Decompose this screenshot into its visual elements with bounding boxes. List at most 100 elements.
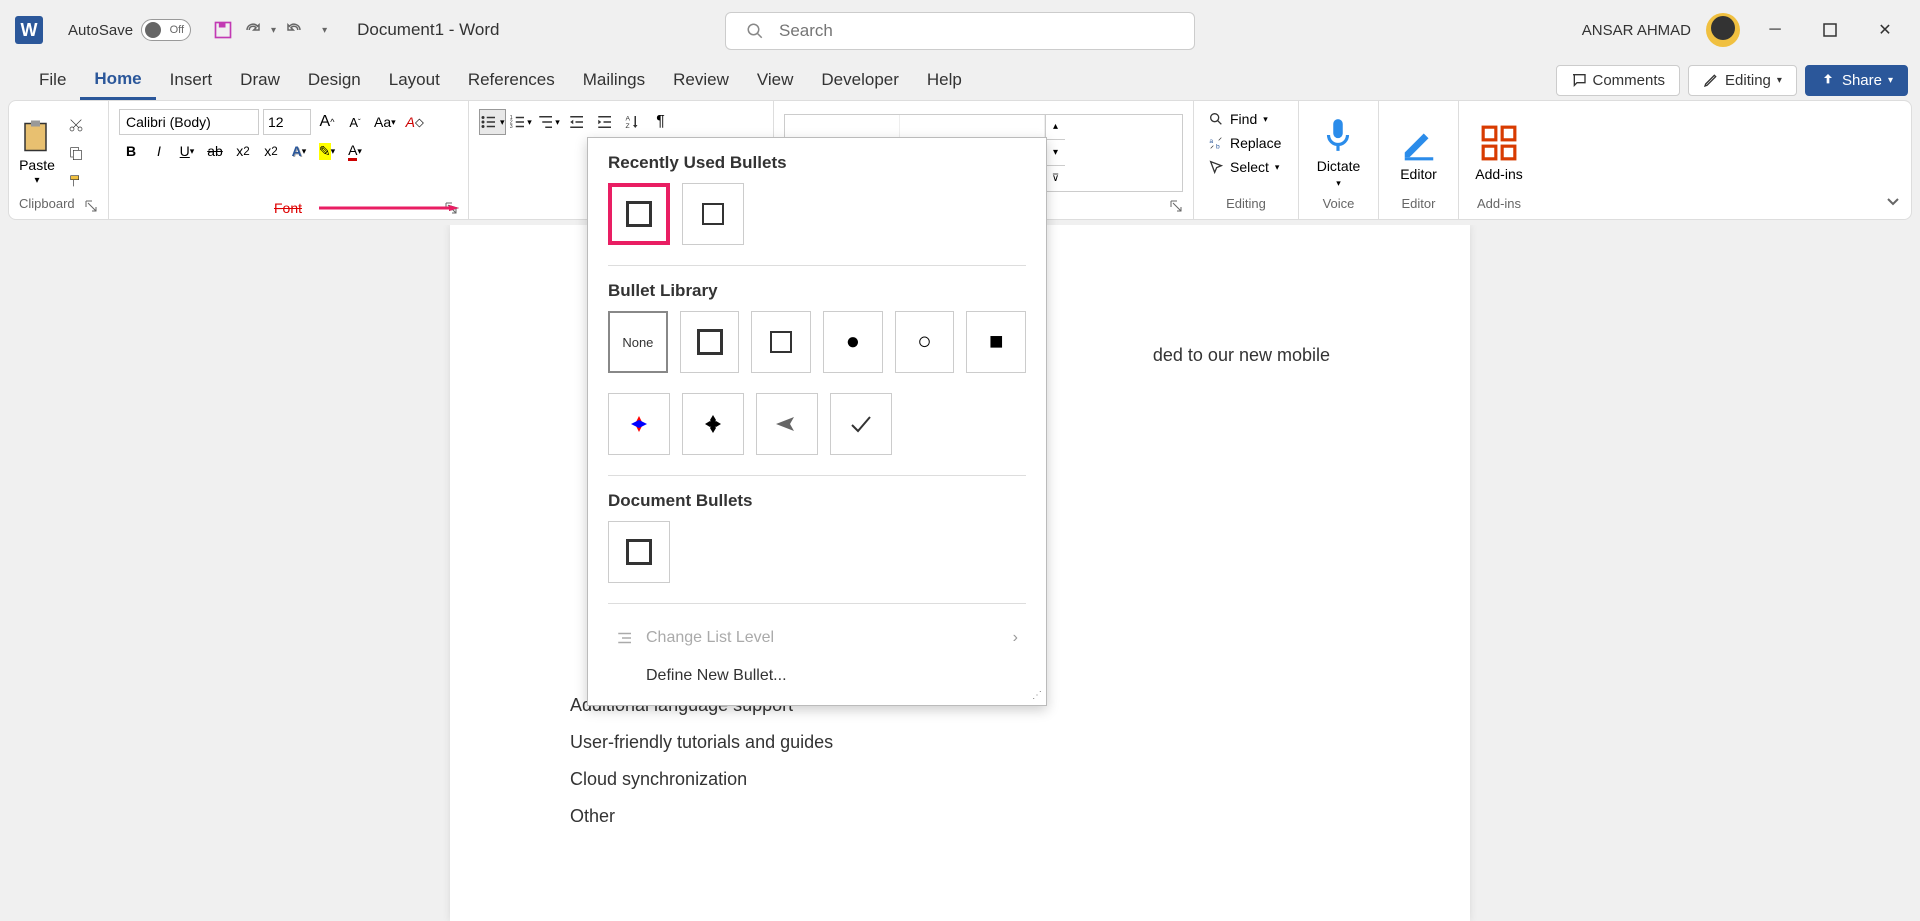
editing-mode-button[interactable]: Editing ▾ [1688,65,1797,96]
tab-draw[interactable]: Draw [226,62,294,98]
tab-help[interactable]: Help [913,62,976,98]
font-size-input[interactable] [263,109,311,135]
clipboard-launcher-icon[interactable] [84,199,98,213]
redo-button[interactable] [282,18,306,42]
bullet-filled-square[interactable]: ■ [966,311,1026,373]
bold-button[interactable]: B [119,139,143,163]
svg-text:a: a [1209,138,1213,145]
share-icon [1820,72,1836,88]
multilevel-list-button[interactable]: ▾ [536,109,562,135]
chevron-right-icon: › [1013,629,1018,647]
cut-button[interactable] [65,114,87,136]
italic-button[interactable]: I [147,139,171,163]
search-box[interactable] [725,12,1195,50]
bullet-arrow[interactable] [756,393,818,455]
find-button[interactable]: Find ▾ [1204,109,1272,129]
editor-button[interactable]: Editor [1400,124,1438,182]
divider [608,475,1026,476]
numbering-icon: 123 [509,113,527,131]
format-painter-button[interactable] [65,170,87,192]
show-marks-button[interactable]: ¶ [648,109,674,135]
bullet-hollow-circle[interactable]: ○ [895,311,955,373]
increase-indent-button[interactable] [592,109,618,135]
strikethrough-button[interactable]: ab [203,139,227,163]
undo-dropdown-icon[interactable]: ▾ [271,25,276,36]
ribbon-collapse-button[interactable] [1885,193,1901,209]
bullet-library-title: Bullet Library [608,281,1026,301]
bullet-hollow-box-thin[interactable] [751,311,811,373]
check-icon [848,411,874,437]
chevron-down-icon: ▾ [1275,162,1280,173]
save-button[interactable] [211,18,235,42]
underline-button[interactable]: U▾ [175,139,199,163]
scissors-icon [68,117,84,133]
bullet-doc-box[interactable] [608,521,670,583]
highlight-button[interactable]: ✎▾ [315,139,339,163]
define-new-bullet-item[interactable]: Define New Bullet... [608,657,1026,695]
paste-button[interactable]: Paste ▾ [19,119,55,186]
resize-grip-icon[interactable]: ⋰ [1032,690,1042,701]
text-effects-button[interactable]: A▾ [287,139,311,163]
bullet-recent-box-highlighted[interactable] [608,183,670,245]
styles-scroll-down[interactable]: ▾ [1046,140,1065,166]
change-case-button[interactable]: Aa▾ [371,110,399,134]
bullet-hollow-box-thick[interactable] [680,311,740,373]
numbering-button[interactable]: 123 ▾ [508,109,534,135]
qat-dropdown-icon[interactable]: ▾ [322,25,327,36]
select-button[interactable]: Select ▾ [1204,157,1283,177]
bullet-checkmark[interactable] [830,393,892,455]
subscript-button[interactable]: x2 [231,139,255,163]
bullet-four-black-diamond[interactable] [682,393,744,455]
tab-design[interactable]: Design [294,62,375,98]
arrow-bullet-icon [774,411,800,437]
decrease-indent-button[interactable] [564,109,590,135]
tab-mailings[interactable]: Mailings [569,62,659,98]
dictate-button[interactable]: Dictate ▾ [1317,116,1361,189]
close-button[interactable]: ✕ [1865,10,1905,50]
svg-text:3: 3 [510,124,513,130]
dictate-label: Dictate [1317,158,1361,174]
tab-insert[interactable]: Insert [156,62,227,98]
tab-review[interactable]: Review [659,62,743,98]
bullet-recent-box[interactable] [682,183,744,245]
tab-developer[interactable]: Developer [807,62,913,98]
bullets-button[interactable]: ▾ [479,109,506,135]
search-icon [1208,111,1224,127]
clear-formatting-button[interactable]: A◇ [403,110,427,134]
addins-button[interactable]: Add-ins [1475,124,1522,182]
four-black-diamond-icon [701,412,725,436]
tab-file[interactable]: File [25,62,80,98]
bullet-filled-circle[interactable]: ● [823,311,883,373]
share-button[interactable]: Share ▾ [1805,65,1908,96]
replace-button[interactable]: ab Replace [1204,133,1285,153]
comments-button[interactable]: Comments [1556,65,1681,96]
minimize-button[interactable]: ─ [1755,10,1795,50]
copy-button[interactable] [65,142,87,164]
user-avatar[interactable] [1706,13,1740,47]
font-color-button[interactable]: A▾ [343,139,367,163]
editor-ribbon-group: Editor Editor [1379,101,1459,219]
search-input[interactable] [779,21,1174,41]
undo-button[interactable] [241,18,265,42]
maximize-button[interactable] [1810,10,1850,50]
sort-button[interactable]: AZ [620,109,646,135]
styles-scroll-up[interactable]: ▴ [1046,115,1065,141]
user-name: ANSAR AHMAD [1582,22,1691,39]
superscript-button[interactable]: x2 [259,139,283,163]
styles-launcher-icon[interactable] [1169,199,1183,213]
bullet-none[interactable]: None [608,311,668,373]
tab-references[interactable]: References [454,62,569,98]
toggle-switch[interactable]: Off [141,19,191,41]
styles-expand[interactable]: ⊽ [1046,166,1065,191]
comment-icon [1571,72,1587,88]
grow-font-button[interactable]: A^ [315,110,339,134]
chevron-down-icon: ▾ [1888,75,1893,86]
tab-home[interactable]: Home [80,61,155,100]
bullet-four-color-diamond[interactable] [608,393,670,455]
autosave-toggle[interactable]: AutoSave Off [68,19,191,41]
shrink-font-button[interactable]: Aˇ [343,110,367,134]
tab-layout[interactable]: Layout [375,62,454,98]
share-label: Share [1842,72,1882,89]
font-name-input[interactable] [119,109,259,135]
tab-view[interactable]: View [743,62,808,98]
